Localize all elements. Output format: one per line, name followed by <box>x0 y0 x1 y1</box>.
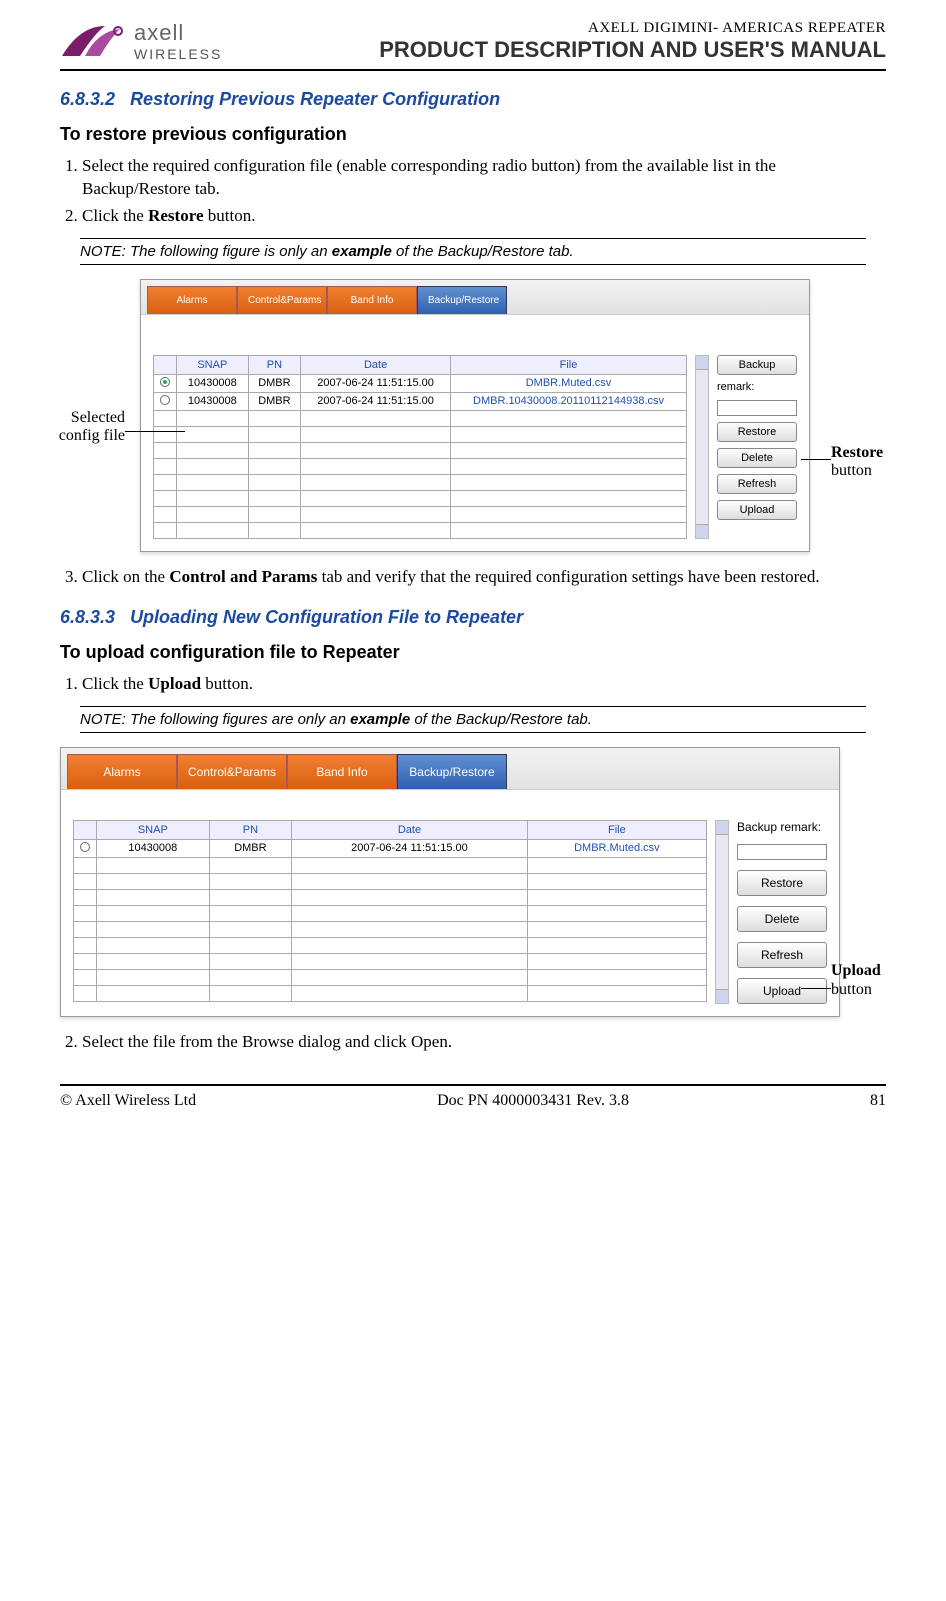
table-row[interactable]: 10430008 DMBR 2007-06-24 11:51:15.00 DMB… <box>154 374 687 392</box>
upload-button[interactable]: Upload <box>717 500 797 520</box>
steps-list-2: Click the Upload button. <box>60 673 886 696</box>
radio-row-2[interactable] <box>160 395 170 405</box>
col-file: File <box>527 820 706 839</box>
logo: axell WIRELESS <box>60 20 222 62</box>
col-date: Date <box>301 355 451 374</box>
backup-remark-label: Backup remark: <box>737 820 827 834</box>
refresh-button[interactable]: Refresh <box>737 942 827 968</box>
footer-left: © Axell Wireless Ltd <box>60 1092 196 1110</box>
document-header: axell WIRELESS AXELL DIGIMINI- AMERICAS … <box>60 20 886 71</box>
backup-button[interactable]: Backup <box>717 355 797 375</box>
config-table: SNAP PN Date File 10430008 DMBR 2007-06-… <box>153 355 687 539</box>
tab-control-params[interactable]: Control&Params <box>177 754 287 789</box>
section-number-2: 6.8.3.3 <box>60 607 115 627</box>
screenshot-1: Alarms Control&Params Band Info Backup/R… <box>140 279 810 552</box>
remark-input[interactable] <box>717 400 797 416</box>
tab-backup-restore[interactable]: Backup/Restore <box>417 286 507 314</box>
footer-right: 81 <box>870 1092 886 1110</box>
step-3: Click on the Control and Params tab and … <box>82 566 886 589</box>
steps-list-2b: Select the file from the Browse dialog a… <box>60 1031 886 1054</box>
col-date: Date <box>292 820 528 839</box>
header-product: AXELL DIGIMINI- AMERICAS REPEATER <box>379 20 886 37</box>
header-right: AXELL DIGIMINI- AMERICAS REPEATER PRODUC… <box>379 20 886 63</box>
side-panel-2: Backup remark: Restore Delete Refresh Up… <box>737 820 827 1004</box>
config-table-2: SNAP PN Date File 10430008 DMBR 2007-06-… <box>73 820 707 1002</box>
callout-upload: Uploadbutton <box>831 962 901 999</box>
step-2-1: Click the Upload button. <box>82 673 886 696</box>
section-title-text-2: Uploading New Configuration File to Repe… <box>130 607 523 627</box>
remark-label: remark: <box>717 381 797 394</box>
figure-1-wrap: Selected config file Restorebutton Alarm… <box>60 279 886 552</box>
section-heading-2: 6.8.3.3 Uploading New Configuration File… <box>60 607 886 628</box>
tab-control-params[interactable]: Control&Params <box>237 286 327 314</box>
section-number: 6.8.3.2 <box>60 89 115 109</box>
page-footer: © Axell Wireless Ltd Doc PN 4000003431 R… <box>60 1084 886 1110</box>
delete-button[interactable]: Delete <box>737 906 827 932</box>
subsection-heading: To restore previous configuration <box>60 124 886 145</box>
callout-selected-config: Selected config file <box>55 409 125 446</box>
remark-input[interactable] <box>737 844 827 860</box>
screenshot-2: Alarms Control&Params Band Info Backup/R… <box>60 747 840 1017</box>
tabbar: Alarms Control&Params Band Info Backup/R… <box>141 280 809 315</box>
col-file: File <box>451 355 687 374</box>
radio-row-1[interactable] <box>160 377 170 387</box>
tab-band-info[interactable]: Band Info <box>287 754 397 789</box>
steps-list-1b: Click on the Control and Params tab and … <box>60 566 886 589</box>
note-2: NOTE: The following figures are only an … <box>80 706 866 733</box>
section-title-text: Restoring Previous Repeater Configuratio… <box>130 89 500 109</box>
tab-backup-restore[interactable]: Backup/Restore <box>397 754 507 789</box>
tab-band-info[interactable]: Band Info <box>327 286 417 314</box>
tabbar-2: Alarms Control&Params Band Info Backup/R… <box>61 748 839 790</box>
logo-icon <box>60 21 130 61</box>
col-snap: SNAP <box>177 355 249 374</box>
restore-button[interactable]: Restore <box>737 870 827 896</box>
table-row[interactable]: 10430008 DMBR 2007-06-24 11:51:15.00 DMB… <box>74 839 707 857</box>
footer-center: Doc PN 4000003431 Rev. 3.8 <box>437 1092 629 1110</box>
subsection-heading-2: To upload configuration file to Repeater <box>60 642 886 663</box>
refresh-button[interactable]: Refresh <box>717 474 797 494</box>
callout-restore: Restorebutton <box>831 444 901 481</box>
tab-alarms[interactable]: Alarms <box>67 754 177 789</box>
radio-row-1[interactable] <box>80 842 90 852</box>
restore-button[interactable]: Restore <box>717 422 797 442</box>
section-heading-1: 6.8.3.2 Restoring Previous Repeater Conf… <box>60 89 886 110</box>
delete-button[interactable]: Delete <box>717 448 797 468</box>
logo-brand: axell <box>134 20 222 46</box>
step-2: Click the Restore button. <box>82 205 886 228</box>
logo-sub: WIRELESS <box>134 46 222 62</box>
table-row[interactable]: 10430008 DMBR 2007-06-24 11:51:15.00 DMB… <box>154 392 687 410</box>
step-1: Select the required configuration file (… <box>82 155 886 201</box>
scrollbar[interactable] <box>715 820 729 1004</box>
figure-2-wrap: Uploadbutton Alarms Control&Params Band … <box>60 747 886 1017</box>
scrollbar[interactable] <box>695 355 709 539</box>
steps-list-1: Select the required configuration file (… <box>60 155 886 228</box>
col-pn: PN <box>209 820 292 839</box>
side-panel: Backup remark: Restore Delete Refresh Up… <box>717 355 797 520</box>
step-2-2: Select the file from the Browse dialog a… <box>82 1031 886 1054</box>
tab-alarms[interactable]: Alarms <box>147 286 237 314</box>
header-title: PRODUCT DESCRIPTION AND USER'S MANUAL <box>379 37 886 63</box>
col-snap: SNAP <box>97 820 210 839</box>
upload-button[interactable]: Upload <box>737 978 827 1004</box>
note-1: NOTE: The following figure is only an ex… <box>80 238 866 265</box>
col-pn: PN <box>248 355 300 374</box>
